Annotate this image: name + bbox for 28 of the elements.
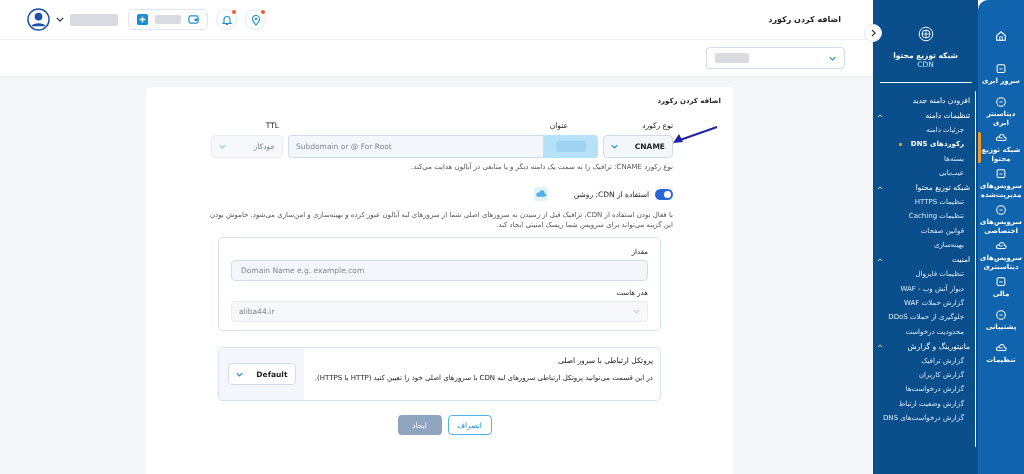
bell-icon bbox=[220, 13, 233, 26]
avatar-icon[interactable] bbox=[27, 8, 50, 31]
chevron-right-icon bbox=[870, 29, 876, 37]
caret-icon bbox=[877, 113, 883, 118]
redacted-block bbox=[155, 15, 181, 24]
caret-icon bbox=[877, 257, 883, 262]
page-title: اضافه کردن رکورد bbox=[768, 15, 841, 24]
chevron-down-icon bbox=[829, 55, 836, 61]
caret-icon bbox=[877, 185, 883, 190]
chevron-down-icon bbox=[235, 371, 243, 377]
cdn-toggle[interactable] bbox=[655, 188, 673, 200]
redacted-block bbox=[70, 13, 118, 26]
annotation-arrow bbox=[672, 126, 718, 146]
location-button[interactable] bbox=[245, 9, 266, 30]
pin-icon bbox=[249, 13, 262, 26]
plus-icon bbox=[137, 14, 148, 25]
chevron-down-icon bbox=[633, 309, 640, 314]
scrollbar[interactable] bbox=[974, 91, 976, 447]
chevron-down-icon bbox=[611, 144, 618, 149]
wallet-button[interactable] bbox=[128, 9, 208, 30]
chevron-down-icon bbox=[219, 144, 226, 149]
wallet-icon bbox=[188, 14, 199, 25]
collapse-button[interactable] bbox=[864, 24, 882, 42]
caret-icon bbox=[877, 344, 883, 349]
notifications-button[interactable] bbox=[216, 9, 237, 30]
home-icon[interactable] bbox=[995, 30, 1007, 42]
redacted-block bbox=[715, 53, 749, 63]
caret-icon[interactable] bbox=[56, 17, 64, 22]
